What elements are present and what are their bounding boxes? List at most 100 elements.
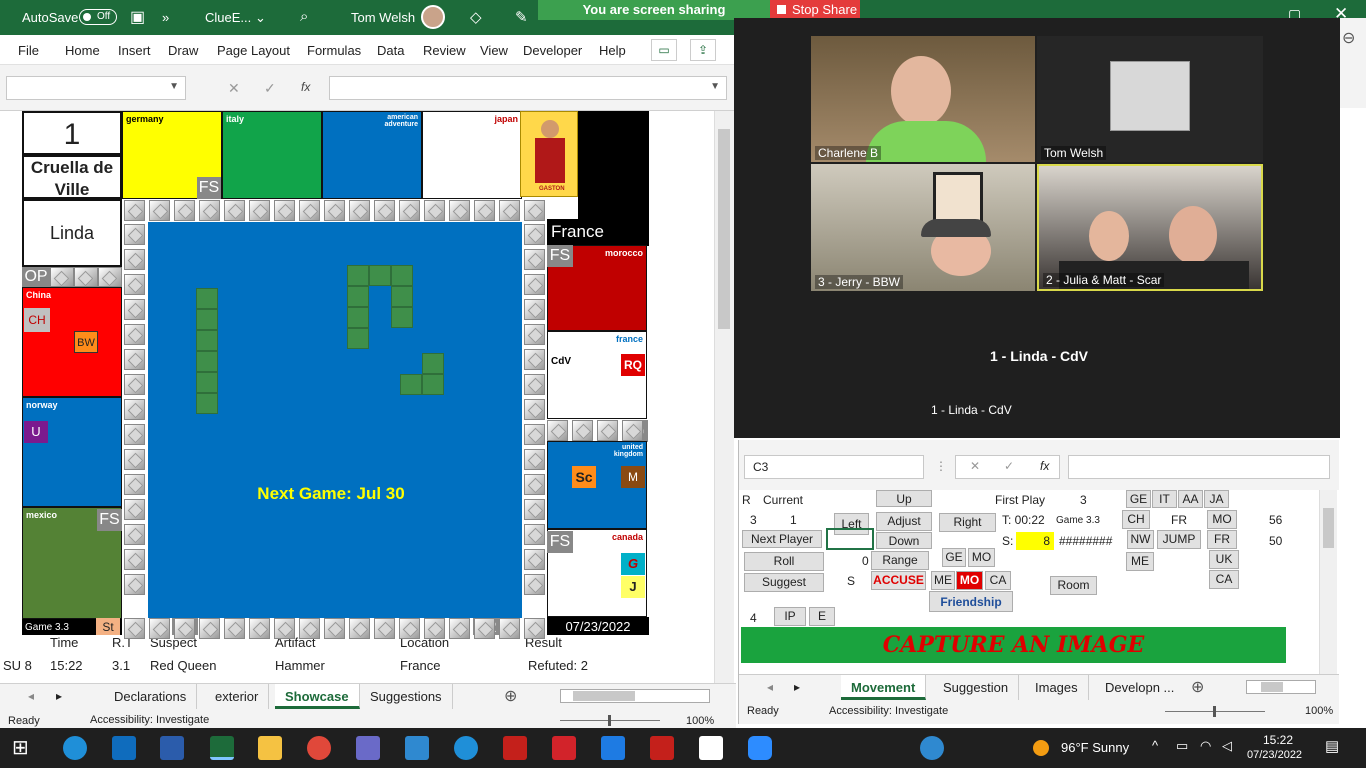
suggest-button[interactable]: Suggest	[744, 573, 824, 592]
mo-button-3[interactable]: MO	[956, 571, 983, 590]
zoom-slider-2[interactable]	[1165, 706, 1265, 717]
search-icon[interactable]: ⌕	[300, 8, 308, 25]
formula-input[interactable]: ▼	[329, 76, 727, 100]
excel-icon[interactable]	[210, 736, 234, 760]
ge-button[interactable]: GE	[1126, 490, 1151, 508]
spreadsheet-grid[interactable]: 1 Cruella de Ville Linda germany FS ital…	[0, 111, 716, 683]
wifi-icon[interactable]: ◠	[1200, 738, 1211, 754]
menu-file[interactable]: File	[18, 43, 39, 58]
adjust-button[interactable]: Adjust	[876, 512, 932, 531]
diamond-icon[interactable]: ◇	[470, 8, 482, 26]
room-button[interactable]: Room	[1050, 576, 1097, 595]
vertical-scrollbar-2[interactable]	[1319, 490, 1337, 674]
uk-button[interactable]: UK	[1209, 550, 1239, 569]
weather-label[interactable]: 96°F Sunny	[1061, 740, 1129, 755]
jump-button[interactable]: JUMP	[1157, 530, 1201, 549]
formula-input-2[interactable]	[1068, 455, 1330, 479]
chevron-down-icon[interactable]: ⌄	[255, 10, 266, 26]
file-name[interactable]: ClueE...	[205, 10, 251, 25]
user-name[interactable]: Tom Welsh	[351, 10, 415, 25]
clock-time[interactable]: 15:22	[1263, 733, 1293, 747]
me-button-2[interactable]: ME	[931, 571, 955, 590]
tab-exterior[interactable]: exterior	[205, 684, 270, 709]
tab-declarations[interactable]: Declarations	[104, 684, 198, 709]
down-button[interactable]: Down	[876, 532, 932, 549]
windows-start-icon[interactable]: ⊞	[12, 736, 36, 760]
menu-home[interactable]: Home	[65, 43, 100, 58]
notification-icon[interactable]: ▤	[1325, 737, 1339, 755]
save-icon[interactable]: ▣	[130, 7, 145, 27]
video-tom-welsh[interactable]: Tom Welsh	[1037, 36, 1263, 162]
help-icon[interactable]	[920, 736, 944, 760]
accessibility-status-2[interactable]: Accessibility: Investigate	[829, 705, 948, 717]
video-julia-matt[interactable]: 2 - Julia & Matt - Scar	[1037, 164, 1263, 291]
video-jerry[interactable]: 3 - Jerry - BBW	[811, 164, 1035, 291]
filezilla-icon[interactable]	[503, 736, 527, 760]
app-icon[interactable]	[650, 736, 674, 760]
active-speaker-tile[interactable]: 1 - Linda - CdV 1 - Linda - CdV	[924, 293, 1154, 421]
add-sheet-icon[interactable]: ⊕	[1191, 677, 1204, 697]
fx-icon[interactable]: fx	[301, 80, 310, 94]
add-sheet-icon[interactable]: ⊕	[504, 686, 517, 706]
range-button[interactable]: Range	[871, 551, 929, 570]
zoom-slider[interactable]	[560, 715, 660, 726]
tab-suggestion[interactable]: Suggestion	[933, 675, 1020, 700]
file-explorer-icon[interactable]	[258, 736, 282, 760]
check-icon[interactable]: ✓	[264, 80, 276, 97]
menu-page-layout[interactable]: Page Layout	[217, 43, 290, 58]
horizontal-scrollbar-2[interactable]	[1246, 680, 1316, 694]
accessibility-status[interactable]: Accessibility: Investigate	[90, 714, 209, 726]
tab-images[interactable]: Images	[1025, 675, 1089, 700]
cancel-icon[interactable]: ✕	[228, 80, 240, 97]
tab-developn[interactable]: Developn ...	[1095, 675, 1184, 700]
word-icon[interactable]	[160, 736, 184, 760]
e-button[interactable]: E	[809, 607, 835, 626]
amazon-icon[interactable]	[699, 736, 723, 760]
vertical-scrollbar[interactable]	[714, 111, 734, 683]
menu-view[interactable]: View	[480, 43, 508, 58]
app-icon[interactable]	[405, 736, 429, 760]
fx-icon[interactable]: fx	[1040, 459, 1049, 473]
next-player-button[interactable]: Next Player	[742, 530, 822, 548]
tab-next-icon[interactable]: ▸	[794, 680, 800, 694]
ja-button[interactable]: JA	[1204, 490, 1229, 508]
outlook-icon[interactable]	[112, 736, 136, 760]
edge-icon[interactable]	[63, 736, 87, 760]
tab-prev-icon[interactable]: ◂	[28, 689, 34, 703]
tab-movement[interactable]: Movement	[841, 675, 927, 700]
clock-date[interactable]: 07/23/2022	[1247, 749, 1302, 761]
horizontal-scrollbar[interactable]	[560, 689, 710, 703]
dropbox-icon[interactable]	[601, 736, 625, 760]
ip-button[interactable]: IP	[774, 607, 806, 626]
friendship-button[interactable]: Friendship	[929, 591, 1013, 612]
tab-showcase[interactable]: Showcase	[275, 684, 360, 709]
ie-icon[interactable]	[454, 736, 478, 760]
mo-button-2[interactable]: MO	[968, 548, 995, 567]
tab-suggestions[interactable]: Suggestions	[360, 684, 453, 709]
me-button[interactable]: ME	[1126, 552, 1154, 571]
more-commands[interactable]: »	[162, 10, 169, 25]
menu-developer[interactable]: Developer	[523, 43, 582, 58]
chevron-up-icon[interactable]: ^	[1152, 738, 1158, 753]
chrome-icon[interactable]	[307, 736, 331, 760]
ch-button[interactable]: CH	[1122, 510, 1150, 529]
stop-share-button[interactable]: Stop Share	[770, 0, 860, 20]
scroll-thumb[interactable]	[718, 129, 730, 329]
zoom-level-2[interactable]: 100%	[1305, 705, 1333, 717]
tab-prev-icon[interactable]: ◂	[767, 680, 773, 694]
comments-icon[interactable]: ▭	[651, 39, 677, 61]
tab-next-icon[interactable]: ▸	[56, 689, 62, 703]
autosave-toggle[interactable]: Off	[79, 9, 117, 25]
check-icon[interactable]: ✓	[1004, 459, 1014, 473]
it-button[interactable]: IT	[1152, 490, 1177, 508]
menu-review[interactable]: Review	[423, 43, 466, 58]
app-icon[interactable]	[552, 736, 576, 760]
menu-formulas[interactable]: Formulas	[307, 43, 361, 58]
aa-button[interactable]: AA	[1178, 490, 1203, 508]
mo-button[interactable]: MO	[1207, 510, 1237, 529]
ca-button-2[interactable]: CA	[1209, 570, 1239, 589]
battery-icon[interactable]: ▭	[1176, 738, 1188, 754]
pen-icon[interactable]: ✎	[515, 8, 528, 26]
right-button[interactable]: Right	[939, 513, 996, 532]
zoom-level[interactable]: 100%	[686, 715, 714, 727]
